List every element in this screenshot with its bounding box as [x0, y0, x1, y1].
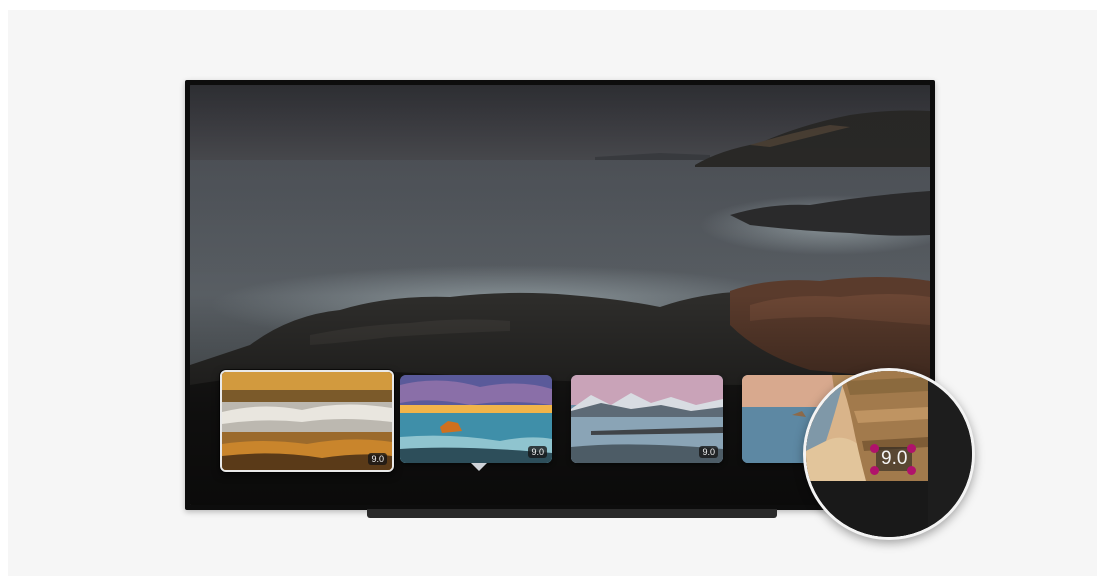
rating-badge: 9.0 — [699, 446, 718, 458]
rating-badge: 9.0 — [528, 446, 547, 458]
rating-magnifier: 9.0 — [803, 368, 975, 540]
carousel-item[interactable]: 9.0 — [400, 375, 552, 463]
autumn-river-thumbnail — [222, 372, 392, 470]
focus-pointer — [471, 463, 487, 471]
tv-stand — [367, 509, 777, 518]
selection-handle[interactable] — [907, 466, 916, 475]
selection-handle[interactable] — [870, 444, 879, 453]
selection-handle[interactable] — [907, 444, 916, 453]
carousel-item[interactable]: 9.0 — [220, 370, 394, 472]
selection-handle[interactable] — [870, 466, 879, 475]
carousel-item[interactable]: 9.0 — [571, 375, 723, 463]
rating-badge: 9.0 — [368, 453, 387, 465]
